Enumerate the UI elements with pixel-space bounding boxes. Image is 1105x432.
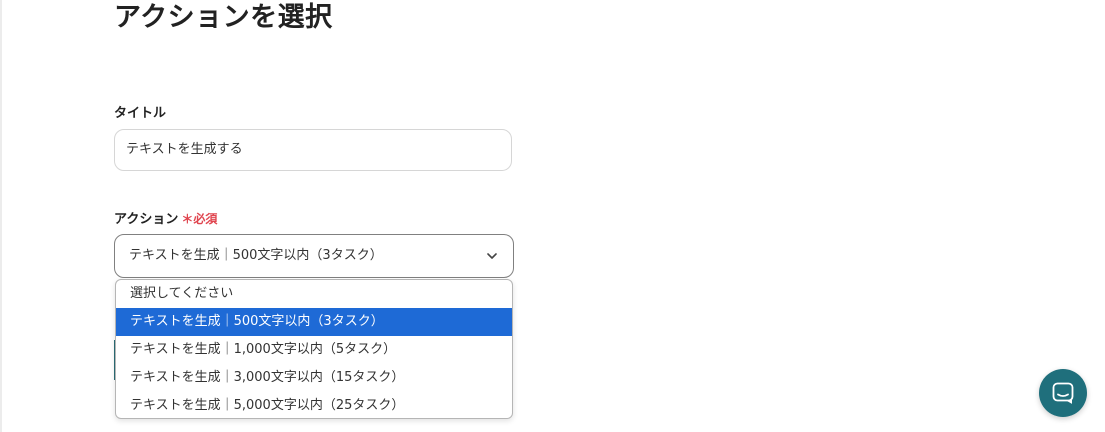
dropdown-option-5000[interactable]: テキストを生成｜5,000文字以内（25タスク）	[116, 392, 512, 418]
title-input[interactable]: テキストを生成する	[114, 129, 512, 171]
chat-bubble-icon	[1052, 382, 1074, 404]
dropdown-option-placeholder[interactable]: 選択してください	[116, 280, 512, 308]
required-asterisk: ＊	[181, 212, 194, 226]
chevron-down-icon	[487, 253, 497, 259]
dropdown-option-1000[interactable]: テキストを生成｜1,000文字以内（5タスク）	[116, 336, 512, 364]
action-label-text: アクション	[114, 212, 179, 227]
dropdown-option-500[interactable]: テキストを生成｜500文字以内（3タスク）	[116, 308, 512, 336]
page-title: アクションを選択	[114, 2, 333, 33]
left-border	[0, 0, 2, 432]
required-indicator: ＊必須	[181, 212, 217, 226]
required-text: 必須	[193, 212, 218, 226]
dropdown-option-3000[interactable]: テキストを生成｜3,000文字以内（15タスク）	[116, 364, 512, 392]
action-select-value: テキストを生成｜500文字以内（3タスク）	[129, 248, 383, 263]
title-field-label: タイトル	[114, 106, 167, 121]
action-field-label: アクション ＊必須	[114, 208, 217, 227]
chat-button[interactable]	[1039, 369, 1087, 417]
action-select[interactable]: テキストを生成｜500文字以内（3タスク）	[114, 234, 514, 278]
action-dropdown-list: 選択してください テキストを生成｜500文字以内（3タスク） テキストを生成｜1…	[115, 279, 513, 419]
